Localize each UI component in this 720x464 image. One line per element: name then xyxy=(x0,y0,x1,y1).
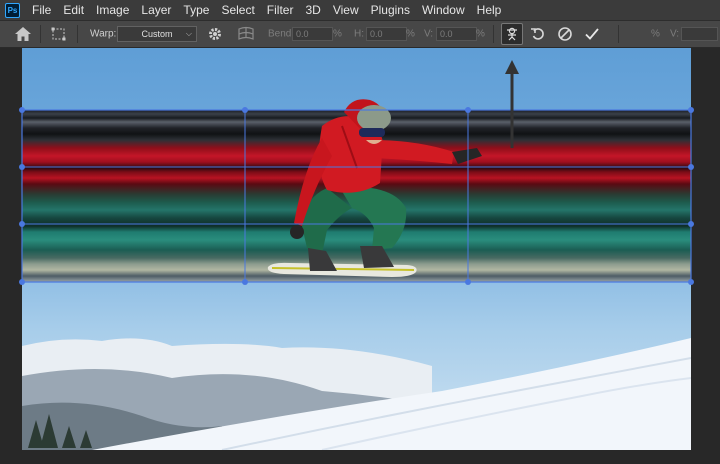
menu-edit[interactable]: Edit xyxy=(63,3,84,17)
warp-grid-overlay[interactable] xyxy=(0,48,720,464)
h-label: H: xyxy=(354,28,364,40)
bend-percent: % xyxy=(333,28,342,40)
menu-plugins[interactable]: Plugins xyxy=(371,3,410,17)
menu-window[interactable]: Window xyxy=(422,3,465,17)
menu-type[interactable]: Type xyxy=(183,3,209,17)
right-v-label: V: xyxy=(670,28,680,40)
menu-3d[interactable]: 3D xyxy=(305,3,320,17)
menu-file[interactable]: File xyxy=(32,3,51,17)
warp-style-select[interactable]: Custom ⌵ xyxy=(117,26,197,42)
gear-icon[interactable] xyxy=(207,26,223,42)
undo-icon[interactable] xyxy=(530,26,546,42)
v-percent: % xyxy=(476,28,485,40)
bend-field[interactable]: 0.0 xyxy=(292,27,333,41)
warp-mesh-icon[interactable] xyxy=(237,26,255,42)
divider xyxy=(493,25,494,43)
chevron-down-icon: ⌵ xyxy=(185,29,192,38)
h-percent: % xyxy=(406,28,415,40)
v-distortion-field[interactable]: 0.0 xyxy=(436,27,477,41)
right-percent: % xyxy=(651,28,660,40)
h-distortion-field[interactable]: 0.0 xyxy=(366,27,407,41)
bend-label: Bend: xyxy=(268,28,295,40)
annotation-arrow xyxy=(505,60,519,148)
divider xyxy=(40,25,41,43)
options-bar: Warp: Custom ⌵ Bend: 0.0 % H: 0.0 % V: 0… xyxy=(0,20,720,48)
transform-marquee-icon[interactable] xyxy=(50,26,68,42)
divider xyxy=(618,25,619,43)
menu-bar: Ps File Edit Image Layer Type Select Fil… xyxy=(0,0,720,20)
puppet-warp-icon[interactable] xyxy=(501,23,523,45)
v-label: V: xyxy=(424,28,434,40)
menu-select[interactable]: Select xyxy=(221,3,254,17)
cancel-icon[interactable] xyxy=(557,26,573,42)
menu-image[interactable]: Image xyxy=(96,3,129,17)
divider xyxy=(77,25,78,43)
warp-label: Warp: xyxy=(90,28,117,40)
menu-view[interactable]: View xyxy=(333,3,359,17)
menu-layer[interactable]: Layer xyxy=(141,3,171,17)
photoshop-logo[interactable]: Ps xyxy=(5,2,20,18)
menu-filter[interactable]: Filter xyxy=(267,3,294,17)
right-v-field[interactable] xyxy=(681,27,718,41)
menu-help[interactable]: Help xyxy=(477,3,502,17)
warp-style-value: Custom xyxy=(141,29,173,39)
home-icon[interactable] xyxy=(14,26,32,42)
checkmark-icon[interactable] xyxy=(584,26,600,42)
